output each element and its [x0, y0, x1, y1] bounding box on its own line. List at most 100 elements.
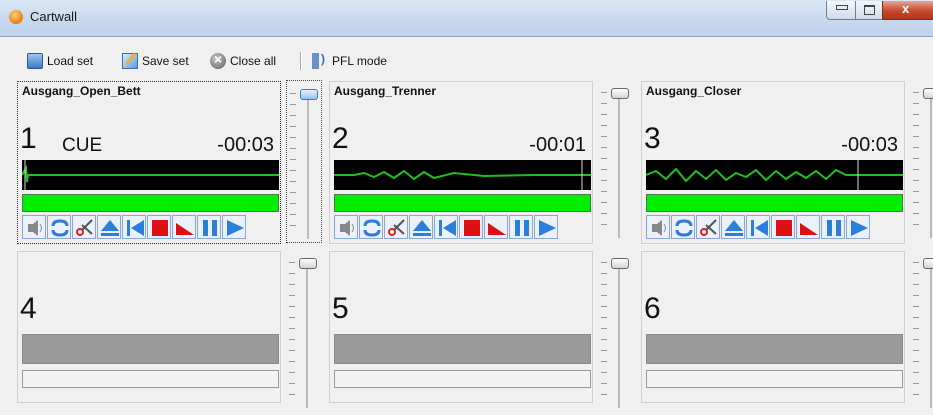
cart-name: Ausgang_Trenner: [334, 84, 437, 98]
save-set-label: Save set: [142, 54, 189, 68]
remaining-time: -00:03: [841, 134, 898, 156]
close-all-button[interactable]: Close all: [210, 51, 277, 70]
waveform-display[interactable]: [22, 160, 279, 190]
fader-knob[interactable]: [923, 88, 933, 99]
close-all-label: Close all: [230, 54, 277, 68]
stop-button[interactable]: [771, 215, 795, 239]
cart-controls: [646, 215, 870, 239]
fader-knob[interactable]: [611, 88, 629, 99]
fader-scale: [913, 92, 919, 232]
play-button[interactable]: [846, 215, 870, 239]
maximize-icon: [864, 5, 875, 15]
scissors-button[interactable]: [384, 215, 408, 239]
cart-slot[interactable]: Ausgang_Open_Bett 1 CUE -00:03: [17, 81, 281, 244]
cart-number: 6: [644, 292, 661, 325]
save-set-button[interactable]: Save set: [122, 52, 189, 70]
fader-track: [307, 89, 309, 239]
remaining-time: -00:01: [529, 134, 586, 156]
cart-slot[interactable]: Ausgang_Closer 3 -00:03: [641, 81, 905, 244]
cartwall-window: Cartwall x Load set Save set Close all P…: [0, 0, 933, 408]
skip-start-button[interactable]: [122, 215, 146, 239]
volume-fader[interactable]: [910, 80, 933, 241]
volume-fader[interactable]: [910, 250, 933, 408]
waveform-display[interactable]: [334, 160, 591, 190]
minimize-button[interactable]: [826, 1, 856, 20]
load-set-button[interactable]: Load set: [27, 52, 93, 70]
toolbar: Load set Save set Close all PFL mode: [0, 48, 933, 74]
cart-slot[interactable]: 5: [329, 251, 593, 403]
fade-out-button[interactable]: [796, 215, 820, 239]
stop-button[interactable]: [147, 215, 171, 239]
app-icon: [9, 10, 23, 24]
fade-out-button[interactable]: [172, 215, 196, 239]
pause-button[interactable]: [197, 215, 221, 239]
fade-out-button[interactable]: [484, 215, 508, 239]
minimize-icon: [836, 5, 848, 10]
pfl-mode-label: PFL mode: [332, 54, 387, 68]
pause-button[interactable]: [509, 215, 533, 239]
level-bar: [334, 370, 591, 388]
cart-number: 2: [332, 122, 349, 155]
cart-number: 1: [20, 122, 37, 155]
play-button[interactable]: [534, 215, 558, 239]
eject-button[interactable]: [409, 215, 433, 239]
cart-number: 3: [644, 122, 661, 155]
empty-waveform: [646, 334, 903, 364]
cart-slot[interactable]: 6: [641, 251, 905, 403]
title-bar[interactable]: Cartwall x: [0, 0, 933, 37]
maximize-button[interactable]: [855, 1, 883, 20]
fader-scale: [601, 262, 607, 402]
fader-track: [618, 258, 620, 408]
eject-button[interactable]: [721, 215, 745, 239]
fader-scale: [289, 262, 295, 402]
fader-knob[interactable]: [299, 258, 317, 269]
speaker-button[interactable]: [22, 215, 46, 239]
scissors-button[interactable]: [72, 215, 96, 239]
play-button[interactable]: [222, 215, 246, 239]
fader-scale: [913, 262, 919, 402]
volume-fader[interactable]: [598, 250, 632, 408]
cart-number: 5: [332, 292, 349, 325]
loop-button[interactable]: [359, 215, 383, 239]
skip-start-button[interactable]: [434, 215, 458, 239]
loop-button[interactable]: [671, 215, 695, 239]
fader-knob[interactable]: [300, 89, 318, 100]
load-set-label: Load set: [47, 54, 94, 68]
pfl-mode-button[interactable]: PFL mode: [312, 52, 387, 70]
speaker-button[interactable]: [646, 215, 670, 239]
folder-icon: [27, 53, 43, 69]
level-bar: [22, 370, 279, 388]
empty-waveform: [334, 334, 591, 364]
fader-track: [618, 88, 620, 238]
eject-button[interactable]: [97, 215, 121, 239]
fader-scale: [290, 93, 296, 233]
skip-start-button[interactable]: [746, 215, 770, 239]
scissors-button[interactable]: [696, 215, 720, 239]
close-window-button[interactable]: x: [882, 1, 933, 20]
cart-slot[interactable]: 4: [17, 251, 281, 403]
speaker-button[interactable]: [334, 215, 358, 239]
cart-1[interactable]: Ausgang_Open_Bett 1 CUE -00:03: [14, 78, 325, 245]
cart-name: Ausgang_Open_Bett: [22, 84, 141, 98]
loop-button[interactable]: [47, 215, 71, 239]
cue-label: CUE: [62, 135, 103, 156]
fader-knob[interactable]: [611, 258, 629, 269]
level-bar: [22, 194, 279, 212]
cart-2[interactable]: Ausgang_Trenner 2 -00:01: [326, 78, 637, 245]
remaining-time: -00:03: [217, 134, 274, 156]
fader-track: [930, 258, 932, 408]
level-bar: [646, 194, 903, 212]
cart-slot[interactable]: Ausgang_Trenner 2 -00:01: [329, 81, 593, 244]
volume-fader[interactable]: [598, 80, 632, 241]
fader-knob[interactable]: [923, 258, 933, 269]
waveform-display[interactable]: [646, 160, 903, 190]
level-bar: [334, 194, 591, 212]
volume-fader[interactable]: [286, 80, 322, 243]
pause-button[interactable]: [821, 215, 845, 239]
save-icon: [122, 53, 138, 69]
volume-fader[interactable]: [286, 250, 320, 408]
stop-button[interactable]: [459, 215, 483, 239]
cart-3[interactable]: Ausgang_Closer 3 -00:03: [638, 78, 933, 245]
level-bar: [646, 370, 903, 388]
close-icon: x: [902, 1, 910, 16]
